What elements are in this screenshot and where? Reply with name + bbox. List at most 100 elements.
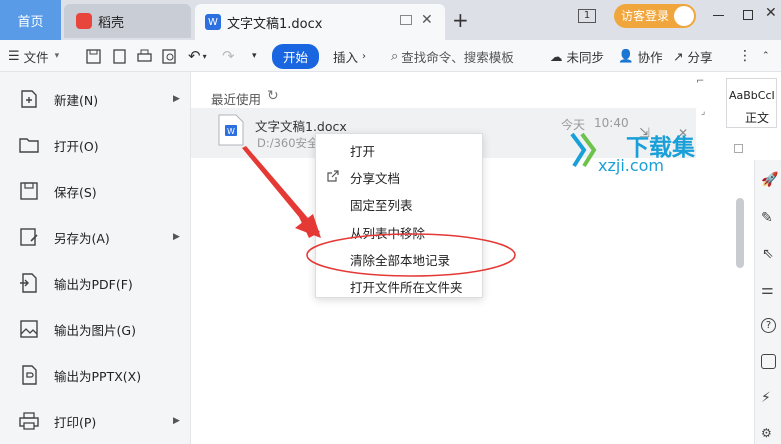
menu-item-label: 打开(O) (54, 138, 99, 154)
search-placeholder: 查找命令、搜索模板 (401, 49, 514, 65)
menu-item-label: 打印(P) (54, 414, 97, 430)
sync-status-button[interactable]: ☁ 未同步 (550, 40, 604, 72)
toolbar: ☰ 文件 ▾ ↶ ▾ ↷ ▾ 开始 插入 › ⌕ 查找命令、搜索模板 ☁ 未同步 👤… (0, 40, 781, 72)
menu-item-label: 输出为图片(G) (54, 322, 136, 338)
ctx-label: 清除全部本地记录 (350, 253, 451, 268)
pen-icon[interactable]: ✎ (761, 210, 773, 226)
share-label: 分享 (687, 49, 713, 65)
preview-toolbar-icon[interactable] (162, 40, 177, 72)
tab-start[interactable]: 开始 (272, 40, 320, 72)
ctx-label: 固定至列表 (350, 198, 413, 213)
ctx-open[interactable]: 打开 (316, 135, 484, 162)
menu-item-label: 输出为PDF(F) (54, 276, 133, 292)
launcher-icon[interactable]: ⌟ (701, 107, 705, 117)
tab-daoke-label: 稻壳 (98, 15, 125, 31)
maximize-icon[interactable] (743, 10, 753, 20)
title-bar: 首页 稻壳 W 文字文稿1.docx ✕ + 1 访客登录 ✕ (0, 0, 781, 40)
ctx-remove[interactable]: 从列表中移除 (316, 217, 484, 244)
menu-item-save[interactable]: 保存(S) (0, 168, 191, 214)
close-tab-icon[interactable]: ✕ (421, 12, 433, 28)
quick-access-dropdown-icon[interactable]: ▾ (252, 40, 257, 72)
share-doc-icon (327, 170, 339, 182)
ribbon-fragment-icon: ⌐ (696, 76, 705, 87)
style-name: 正文 (745, 111, 770, 125)
watermark-arrow-icon (570, 132, 597, 168)
more-tabs-icon[interactable]: › (362, 40, 366, 72)
rocket-icon[interactable]: 🚀 (761, 172, 778, 188)
tab-document[interactable]: W 文字文稿1.docx ✕ (195, 4, 445, 40)
settings-sliders-icon[interactable]: ⚌ (761, 282, 774, 298)
style-sample: AaBbCcI (729, 89, 775, 102)
export-pdf-icon (20, 273, 37, 293)
menu-item-open[interactable]: 打开(O) (0, 122, 191, 168)
export-toolbar-icon[interactable] (112, 40, 127, 72)
svg-text:W: W (227, 127, 235, 136)
file-menu-button[interactable]: ☰ 文件 ▾ (8, 40, 59, 72)
ctx-share[interactable]: 分享文档 (316, 162, 484, 189)
chevron-right-icon: ▶ (173, 94, 180, 104)
ctx-label: 从列表中移除 (350, 226, 426, 241)
cloud-icon: ☁ (550, 48, 563, 64)
collab-icon: 👤 (618, 48, 634, 63)
print-toolbar-icon[interactable] (137, 40, 152, 72)
ctx-label: 打开文件所在文件夹 (350, 280, 463, 295)
word-doc-icon: W (205, 14, 221, 30)
share-button[interactable]: ↗ 分享 (673, 40, 713, 72)
file-menu-panel: 新建(N) ▶ 打开(O) 保存(S) 另存为(A) ▶ 输出为PDF(F) 输… (0, 72, 191, 444)
folder-open-icon (19, 138, 39, 153)
lightning-icon[interactable]: ⚡ (761, 390, 771, 406)
style-gallery-normal[interactable]: AaBbCcI 正文 (726, 78, 777, 128)
ctx-pin[interactable]: 固定至列表 (316, 189, 484, 216)
tab-insert[interactable]: 插入 (333, 40, 358, 72)
login-button[interactable]: 访客登录 (614, 4, 696, 28)
menu-item-save-as[interactable]: 另存为(A) ▶ (0, 214, 191, 260)
menu-item-export-pdf[interactable]: 输出为PDF(F) (0, 260, 191, 306)
sync-label: 未同步 (566, 49, 605, 65)
chevron-right-icon: ▶ (173, 232, 180, 242)
export-image-icon (20, 320, 38, 338)
tab-count-badge[interactable]: 1 (578, 9, 596, 23)
ctx-label: 打开 (350, 144, 376, 159)
watermark-logo: 下载集 xzji.com (570, 128, 720, 178)
word-file-icon: W (218, 114, 244, 146)
share-icon: ↗ (673, 48, 684, 64)
more-sidebar-icon[interactable]: ⚙ (761, 426, 772, 440)
cursor-icon[interactable]: ⇖ (762, 246, 774, 262)
menu-item-label: 保存(S) (54, 184, 97, 200)
close-window-icon[interactable]: ✕ (765, 5, 777, 21)
menu-item-print[interactable]: 打印(P) ▶ (0, 398, 191, 444)
watermark-domain: xzji.com (598, 156, 665, 175)
collab-button[interactable]: 👤 协作 (618, 40, 663, 72)
transfer-icon[interactable] (761, 354, 776, 369)
tab-insert-label: 插入 (333, 49, 359, 65)
collapse-ribbon-icon[interactable]: ⌃ (762, 40, 770, 72)
undo-icon[interactable]: ↶ ▾ (188, 40, 207, 72)
search-input[interactable]: ⌕ 查找命令、搜索模板 (391, 40, 514, 72)
context-menu: 打开 分享文档 固定至列表 从列表中移除 清除全部本地记录 打开文件所在文件夹 (315, 133, 483, 298)
tab-document-label: 文字文稿1.docx (227, 16, 323, 32)
minimize-icon[interactable] (713, 15, 724, 16)
tab-start-label: 开始 (272, 43, 320, 69)
save-toolbar-icon[interactable] (86, 40, 101, 72)
scrollbar-thumb[interactable] (736, 198, 744, 268)
help-icon[interactable]: ? (761, 318, 776, 333)
menu-item-export-image[interactable]: 输出为图片(G) (0, 306, 191, 352)
tab-home-label: 首页 (17, 14, 44, 30)
more-options-icon[interactable]: ⋮ (738, 40, 752, 72)
menu-item-new[interactable]: 新建(N) ▶ (0, 76, 191, 122)
menu-item-label: 输出为PPTX(X) (54, 368, 142, 384)
tab-home[interactable]: 首页 (0, 0, 61, 40)
right-sidebar: 🚀 ✎ ⇖ ⚌ ? ⚡ ⚙ (754, 160, 781, 444)
ctx-clear-all[interactable]: 清除全部本地记录 (316, 244, 484, 271)
tab-daoke[interactable]: 稻壳 (64, 4, 191, 38)
refresh-icon[interactable]: ↻ (267, 88, 279, 104)
ctx-open-folder[interactable]: 打开文件所在文件夹 (316, 271, 484, 298)
file-menu-label: 文件 (23, 49, 49, 65)
restore-tab-icon[interactable] (400, 15, 412, 25)
search-icon: ⌕ (391, 48, 399, 64)
redo-icon[interactable]: ↷ (222, 40, 235, 72)
menu-item-export-pptx[interactable]: 输出为PPTX(X) (0, 352, 191, 398)
new-tab-button[interactable]: + (452, 8, 469, 32)
recent-heading: 最近使用 (211, 92, 262, 107)
daoke-logo-icon (76, 13, 92, 29)
